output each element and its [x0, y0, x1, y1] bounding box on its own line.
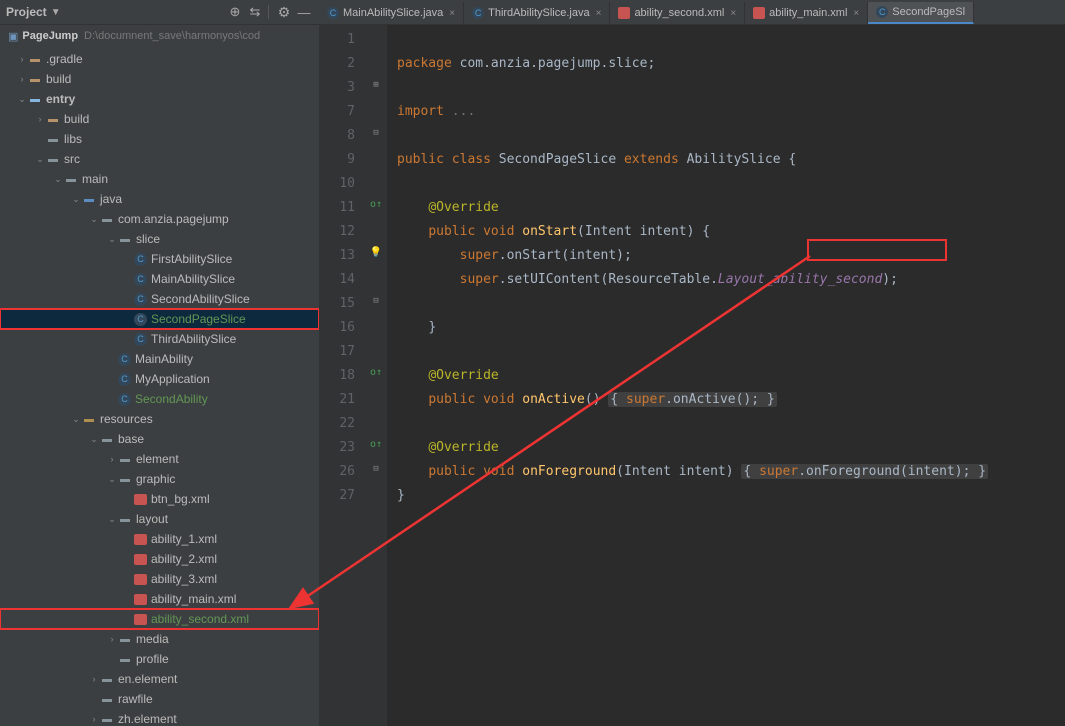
dropdown-icon[interactable]: ▼ — [51, 7, 61, 18]
override-icon[interactable]: o↑ — [365, 361, 387, 385]
editor-pane: CMainAbilitySlice.java× CThirdAbilitySli… — [319, 0, 1065, 726]
tree-file-a3[interactable]: ability_3.xml — [0, 569, 319, 589]
tree-folder-profile[interactable]: ▬profile — [0, 649, 319, 669]
file-tree[interactable]: ›▬.gradle ›▬build ⌄▬entry ›▬build ▬libs … — [0, 47, 319, 726]
highlight-box — [807, 239, 947, 261]
tree-file-mainability[interactable]: CMainAbility — [0, 349, 319, 369]
tree-file-secondability[interactable]: CSecondAbility — [0, 389, 319, 409]
tree-folder-libs[interactable]: ▬libs — [0, 129, 319, 149]
project-icon: ▣ — [8, 30, 18, 43]
tree-file-thirdslice[interactable]: CThirdAbilitySlice — [0, 329, 319, 349]
bulb-icon[interactable]: 💡 — [365, 241, 387, 265]
tab-mainability[interactable]: CMainAbilitySlice.java× — [319, 2, 464, 24]
code-editor[interactable]: 1237891011121314151617182122232627 ⊞ ⊟ o… — [319, 25, 1065, 726]
breadcrumb: ▣ PageJump D:\documnent_save\harmonyos\c… — [0, 25, 319, 47]
tree-folder-resources[interactable]: ⌄▬resources — [0, 409, 319, 429]
tree-file-mainslice[interactable]: CMainAbilitySlice — [0, 269, 319, 289]
tree-file-asecond[interactable]: ability_second.xml — [0, 609, 319, 629]
tree-folder-src[interactable]: ⌄▬src — [0, 149, 319, 169]
tree-file-first[interactable]: CFirstAbilitySlice — [0, 249, 319, 269]
tree-file-amain[interactable]: ability_main.xml — [0, 589, 319, 609]
tree-folder-entry-build[interactable]: ›▬build — [0, 109, 319, 129]
gear-icon[interactable]: ⚙ — [275, 3, 293, 21]
tab-abilitysecond[interactable]: ability_second.xml× — [610, 2, 745, 24]
tree-folder-media[interactable]: ›▬media — [0, 629, 319, 649]
close-icon[interactable]: × — [730, 8, 736, 19]
tree-package[interactable]: ⌄▬com.anzia.pagejump — [0, 209, 319, 229]
tree-folder-slice[interactable]: ⌄▬slice — [0, 229, 319, 249]
editor-tabs: CMainAbilitySlice.java× CThirdAbilitySli… — [319, 0, 1065, 25]
tree-folder-rawfile[interactable]: ▬rawfile — [0, 689, 319, 709]
tree-folder-entry[interactable]: ⌄▬entry — [0, 89, 319, 109]
code-content[interactable]: package com.anzia.pagejump.slice; import… — [387, 25, 1065, 726]
close-icon[interactable]: × — [449, 8, 455, 19]
tree-file-secondpage[interactable]: CSecondPageSlice — [0, 309, 319, 329]
tree-file-secondslice[interactable]: CSecondAbilitySlice — [0, 289, 319, 309]
fold-icon[interactable]: ⊟ — [365, 121, 387, 145]
tree-file-a1[interactable]: ability_1.xml — [0, 529, 319, 549]
tree-folder-build[interactable]: ›▬build — [0, 69, 319, 89]
tab-abilitymain[interactable]: ability_main.xml× — [745, 2, 868, 24]
project-name[interactable]: PageJump — [22, 30, 78, 42]
tree-folder-java[interactable]: ⌄▬java — [0, 189, 319, 209]
sidebar-header: Project ▼ ⊕ ⇆ ⚙ — — [0, 0, 319, 25]
tree-file-myapp[interactable]: CMyApplication — [0, 369, 319, 389]
tree-folder-zhel[interactable]: ›▬zh.element — [0, 709, 319, 726]
tree-folder-enel[interactable]: ›▬en.element — [0, 669, 319, 689]
project-path: D:\documnent_save\harmonyos\cod — [84, 30, 260, 42]
override-icon[interactable]: o↑ — [365, 433, 387, 457]
tree-folder-main[interactable]: ⌄▬main — [0, 169, 319, 189]
tree-file-btnbg[interactable]: btn_bg.xml — [0, 489, 319, 509]
collapse-icon[interactable]: ⇆ — [246, 3, 264, 21]
tree-folder-gradle[interactable]: ›▬.gradle — [0, 49, 319, 69]
hide-icon[interactable]: — — [295, 3, 313, 21]
fold-icon[interactable]: ⊞ — [365, 73, 387, 97]
line-gutter: 1237891011121314151617182122232627 — [319, 25, 365, 726]
override-icon[interactable]: o↑ — [365, 193, 387, 217]
project-title[interactable]: Project — [6, 5, 47, 19]
tree-file-a2[interactable]: ability_2.xml — [0, 549, 319, 569]
target-icon[interactable]: ⊕ — [226, 3, 244, 21]
tree-folder-base[interactable]: ⌄▬base — [0, 429, 319, 449]
gutter-icons: ⊞ ⊟ o↑ 💡 ⊟ o↑ o↑ ⊟ — [365, 25, 387, 726]
tree-folder-graphic[interactable]: ⌄▬graphic — [0, 469, 319, 489]
project-sidebar: Project ▼ ⊕ ⇆ ⚙ — ▣ PageJump D:\documnen… — [0, 0, 319, 726]
tree-folder-layout[interactable]: ⌄▬layout — [0, 509, 319, 529]
fold-icon[interactable]: ⊟ — [365, 457, 387, 481]
tree-folder-element[interactable]: ›▬element — [0, 449, 319, 469]
tab-thirdability[interactable]: CThirdAbilitySlice.java× — [464, 2, 610, 24]
fold-icon[interactable]: ⊟ — [365, 289, 387, 313]
tab-secondpage[interactable]: CSecondPageSl — [868, 2, 974, 24]
close-icon[interactable]: × — [853, 8, 859, 19]
close-icon[interactable]: × — [596, 8, 602, 19]
